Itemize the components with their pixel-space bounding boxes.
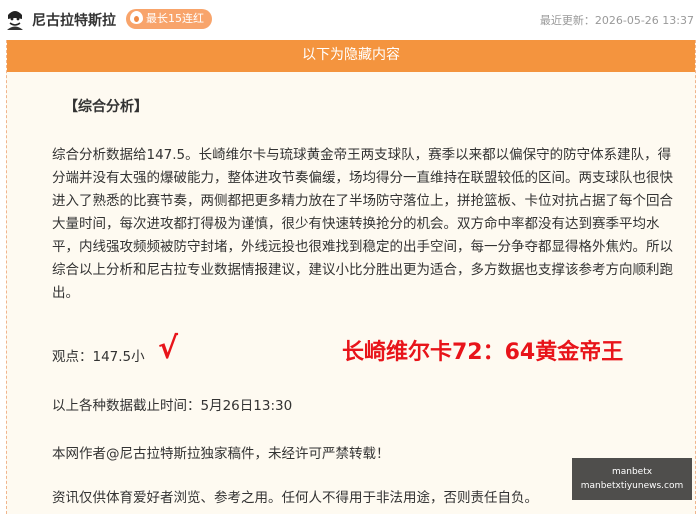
- avatar[interactable]: [4, 6, 26, 30]
- top-bar: 尼古拉特斯拉 最长15连红 最近更新：2026-05-26 13:37: [0, 0, 700, 38]
- watermark-line-2: manbetxtiyunews.com: [580, 481, 684, 491]
- hidden-content-header: 以下为隐藏内容: [7, 40, 695, 72]
- avatar-icon: [4, 6, 26, 30]
- streak-badge-label: 最长15连红: [146, 12, 204, 25]
- analysis-paragraph: 综合分析数据给147.5。长崎维尔卡与琉球黄金帝王两支球队，赛季以来都以偏保守的…: [52, 144, 676, 305]
- check-mark-icon: √: [158, 331, 179, 366]
- analysis-text: 综合分析数据给147.5。长崎维尔卡与琉球黄金帝王两支球队，赛季以来都以偏保守的…: [52, 147, 673, 301]
- watermark-line-1: manbetx: [611, 467, 653, 477]
- watermark: manbetx manbetxtiyunews.com: [572, 458, 692, 500]
- disclaimer: 资讯仅供体育爱好者浏览、参考之用。任何人不得用于非法用途，否则责任自负。: [52, 490, 538, 506]
- streak-badge: 最长15连红: [126, 9, 212, 29]
- author-name[interactable]: 尼古拉特斯拉: [32, 10, 116, 30]
- section-title: 【综合分析】: [64, 99, 148, 115]
- copyright-notice: 本网作者@尼古拉特斯拉独家稿件，未经许可严禁转载！: [52, 446, 390, 462]
- data-deadline: 以上各种数据截止时间：5月26日13:30: [52, 398, 293, 414]
- score-prediction: 长崎维尔卡72：64黄金帝王: [342, 340, 624, 365]
- viewpoint: 观点：147.5小: [52, 349, 145, 365]
- last-update-time: 最近更新：2026-05-26 13:37: [539, 14, 694, 27]
- flame-icon: [130, 11, 143, 24]
